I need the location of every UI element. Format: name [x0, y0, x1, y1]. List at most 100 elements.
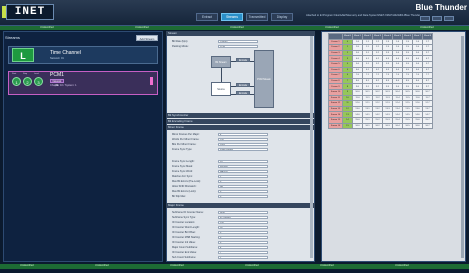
- top-status-strip: Unidentified Unidentified Unidentified U…: [0, 26, 469, 30]
- section-header-bit-sync[interactable]: Bit Synchronizer: [166, 113, 315, 118]
- frame-sync-type-field[interactable]: Fixed Pattern: [218, 148, 268, 151]
- strip-label: Unidentified: [40, 26, 54, 29]
- table-row[interactable]: Frame 16 15 16.0 16.1 16.2 16.3 16.4 16.5 16.6 16…: [328, 122, 433, 130]
- sync-word-field[interactable]: FAF320: [218, 170, 268, 173]
- id-counter-msb-field[interactable]: 0: [218, 236, 268, 239]
- channel-label: Start: [12, 73, 17, 75]
- tab-extract[interactable]: Extract: [196, 13, 218, 21]
- field-label: Subframe Sync Type:: [172, 216, 196, 219]
- field-label: ID Counter MSB Starting:: [172, 236, 201, 239]
- grid-scrollbar[interactable]: [461, 36, 464, 258]
- strip-label: Unidentified: [20, 264, 34, 267]
- close-button[interactable]: [444, 16, 454, 21]
- field-label: ID Counter End Value:: [172, 251, 197, 254]
- channel-badge[interactable]: 1: [12, 77, 21, 86]
- grid-cell[interactable]: 16.7: [422, 122, 433, 130]
- field-label: Minor Frames Per Major:: [172, 133, 200, 136]
- field-label: Sub Count Subframe:: [172, 256, 197, 259]
- channel-label: Stop: [23, 73, 28, 75]
- id-counter-location-field[interactable]: 128: [218, 221, 268, 224]
- max-bit-errors-field[interactable]: 0: [218, 180, 268, 183]
- channel-badge[interactable]: 3: [34, 77, 43, 86]
- pcm-card-handle[interactable]: [150, 77, 153, 85]
- channel-label: Level: [34, 73, 39, 75]
- app-logo: INET: [6, 4, 54, 20]
- id-counter-offset-field[interactable]: 0: [218, 231, 268, 234]
- id-counter-length-field[interactable]: 16: [218, 226, 268, 229]
- section-header-bit-encoding[interactable]: Bit Encoding Frame: [166, 119, 315, 124]
- tab-streams[interactable]: Streams: [221, 13, 243, 21]
- frame-grid-table: Word 0 Word 1 Word 2 Word 3 Word 4 Word 5 Word…: [328, 33, 433, 130]
- field-label: Allow SFID Mismatch:: [172, 185, 197, 188]
- bit-rate-field[interactable]: 128000: [218, 40, 258, 43]
- sfid-name-field[interactable]: SFID: [218, 211, 268, 214]
- panel-title: Streams: [5, 35, 20, 40]
- field-label: Bit Rate (bps):: [172, 40, 188, 43]
- encode-tag: Encode: [236, 83, 250, 87]
- strip-label: Unidentified: [230, 26, 244, 29]
- field-label: Matches For Sync:: [172, 175, 193, 178]
- add-stream-button[interactable]: Add Stream: [136, 35, 158, 41]
- pcm-stream-subtitle: Chapter 10 / System: 1: [50, 84, 77, 87]
- grid-cell[interactable]: 16.0: [352, 122, 363, 130]
- field-label: Max Bit Errors (Lock):: [172, 190, 197, 193]
- streams-panel: [3, 31, 163, 262]
- grid-row-header[interactable]: Frame 16: [328, 122, 343, 130]
- grid-cell[interactable]: 16.5: [402, 122, 413, 130]
- bottom-status-strip: Unidentified Unidentified Unidentified U…: [0, 264, 469, 269]
- field-label: Frame Sync Mask:: [172, 165, 193, 168]
- section-header-minor-frame[interactable]: Minor Frame: [166, 125, 315, 130]
- field-label: ID Counter Bit Offset:: [172, 231, 196, 234]
- bits-per-minor-field[interactable]: 1024: [218, 143, 268, 146]
- tab-transmitted[interactable]: Transmitted: [246, 13, 268, 21]
- strip-label: Unidentified: [395, 264, 409, 267]
- source-box: Source: [211, 82, 231, 96]
- field-label: Max Bit Errors (Pre-Lock):: [172, 180, 201, 183]
- sync-mask-field[interactable]: FFFFFF: [218, 165, 268, 168]
- pcm-network-button[interactable]: Network 01: [50, 79, 64, 87]
- field-label: ID Counter Word Length:: [172, 226, 200, 229]
- minimize-button[interactable]: [420, 16, 430, 21]
- field-label: Major Count Subframe:: [172, 246, 198, 249]
- field-label: Frame Sync Word:: [172, 170, 193, 173]
- time-channel-badge: L: [12, 48, 34, 62]
- section-header-major-frame[interactable]: Major Frame: [166, 203, 315, 208]
- diagram-connector: [221, 68, 222, 82]
- encode-tag: Encode: [236, 91, 250, 95]
- id-counter-init-field[interactable]: 0: [218, 241, 268, 244]
- id-counter-end-field[interactable]: 7: [218, 251, 268, 254]
- matches-field[interactable]: 2: [218, 175, 268, 178]
- tab-display[interactable]: Display: [271, 13, 293, 21]
- words-per-minor-field[interactable]: 128: [218, 138, 268, 141]
- major-count-field[interactable]: 8: [218, 246, 268, 249]
- sync-length-field[interactable]: 24: [218, 160, 268, 163]
- pcm-stream-box: PCM Stream: [254, 50, 274, 108]
- minor-frames-field[interactable]: 8: [218, 133, 268, 136]
- strip-label: Unidentified: [135, 26, 149, 29]
- field-label: Subframe ID Counter Name:: [172, 211, 204, 214]
- max-bit-errors-lock-field[interactable]: 0: [218, 190, 268, 193]
- bit-slip-field[interactable]: 0: [218, 195, 268, 198]
- grid-cell[interactable]: 16.4: [392, 122, 403, 130]
- grid-cell[interactable]: 15: [342, 122, 353, 130]
- section-header-stream[interactable]: Stream: [166, 31, 315, 36]
- encode-tag: Encode: [236, 58, 250, 62]
- field-label: ID Counter Init Value:: [172, 241, 196, 244]
- strip-label: Unidentified: [170, 264, 184, 267]
- time-channel-network: Network: 01: [50, 57, 64, 60]
- brand-title: Blue Thunder: [415, 3, 467, 12]
- grid-cell[interactable]: 16.2: [372, 122, 383, 130]
- channel-badge[interactable]: 2: [23, 77, 32, 86]
- settings-button[interactable]: [432, 16, 442, 21]
- packing-mode-field[interactable]: PCM: [218, 45, 258, 48]
- sub-count-field[interactable]: 1: [218, 256, 268, 259]
- subframe-sync-type-field[interactable]: ID Counter: [218, 216, 268, 219]
- grid-cell[interactable]: 16.3: [382, 122, 393, 130]
- field-label: Bits Per Minor Frame:: [172, 143, 197, 146]
- sfid-mismatch-field[interactable]: No: [218, 185, 268, 188]
- bit-stream-box: Bit Stream: [211, 56, 231, 68]
- field-label: Bit Slip Max:: [172, 195, 186, 198]
- grid-cell[interactable]: 16.6: [412, 122, 423, 130]
- center-scrollbar[interactable]: [310, 36, 313, 258]
- grid-cell[interactable]: 16.1: [362, 122, 373, 130]
